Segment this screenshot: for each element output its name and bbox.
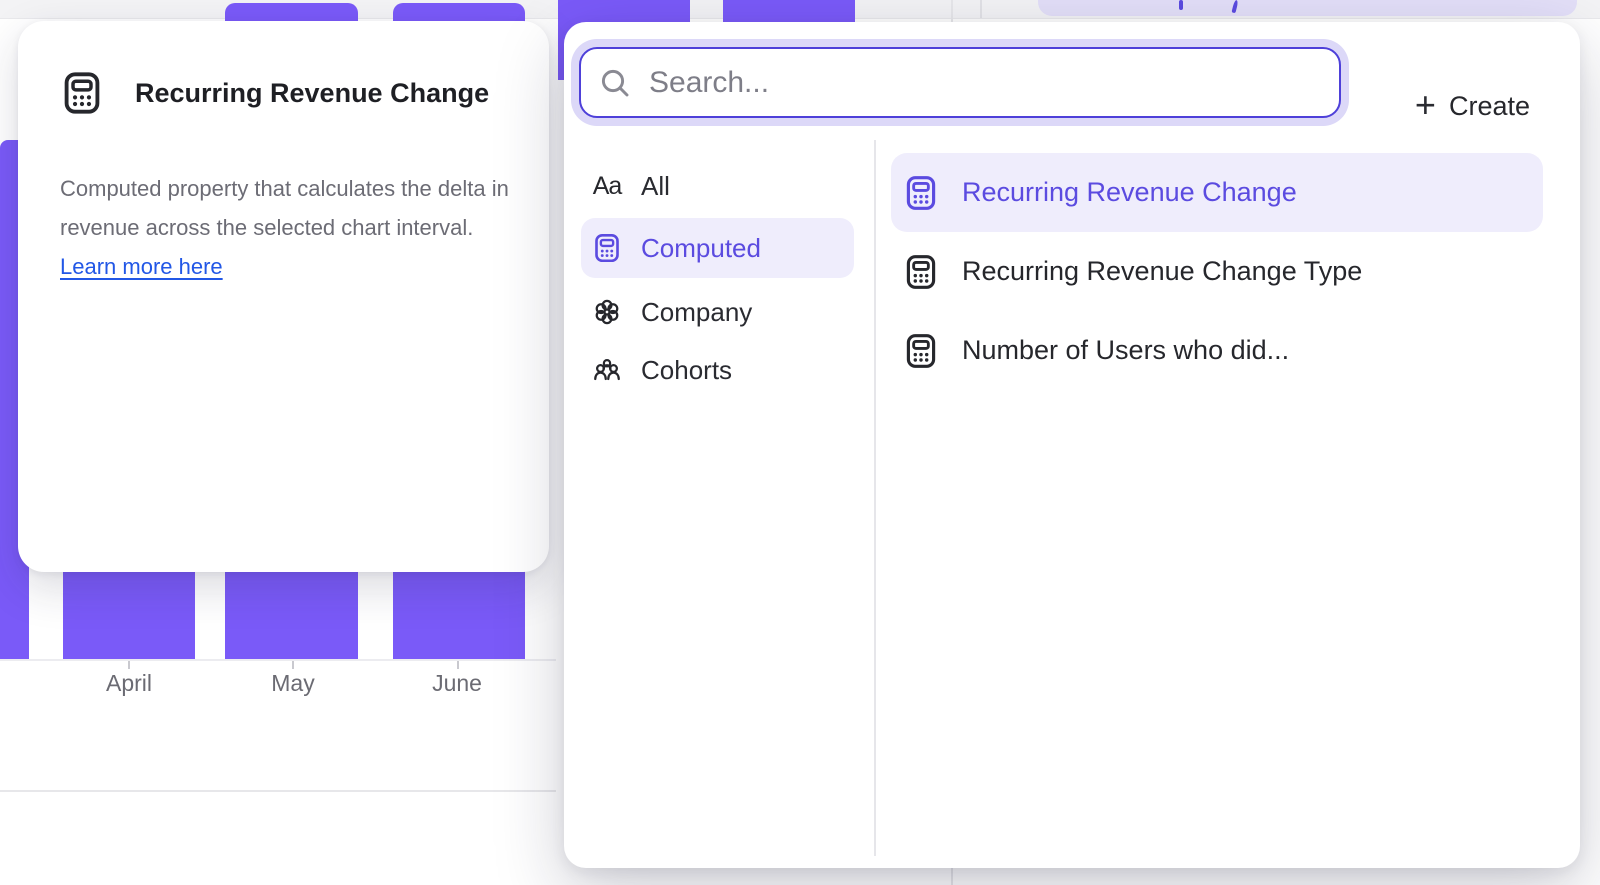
tooltip-title: Recurring Revenue Change	[135, 78, 489, 109]
search-icon	[599, 67, 631, 99]
category-label: Cohorts	[641, 355, 732, 386]
search-field[interactable]	[579, 47, 1341, 118]
result-label: Recurring Revenue Change Type	[962, 256, 1362, 287]
axis-tick	[457, 661, 459, 669]
calculator-icon	[903, 254, 939, 290]
create-button-label: Create	[1449, 91, 1530, 122]
people-icon	[592, 355, 622, 385]
axis-tick	[128, 661, 130, 669]
property-tooltip-card: Recurring Revenue Change Computed proper…	[18, 21, 549, 572]
result-item-recurring-revenue-change[interactable]: Recurring Revenue Change	[891, 153, 1543, 232]
tooltip-description: Computed property that calculates the de…	[60, 169, 510, 286]
result-label: Recurring Revenue Change	[962, 177, 1297, 208]
category-label: All	[641, 171, 670, 202]
tooltip-description-line: interval.	[396, 215, 473, 240]
clipped-text-fragment	[1231, 0, 1238, 13]
learn-more-link[interactable]: Learn more here	[60, 254, 223, 279]
tooltip-header: Recurring Revenue Change	[60, 71, 489, 115]
category-item-all[interactable]: Aa All	[581, 156, 854, 216]
result-label: Number of Users who did...	[962, 335, 1289, 366]
property-picker-modal: + Create Aa All Computed Company	[564, 22, 1580, 868]
plus-icon: +	[1415, 87, 1436, 123]
search-input[interactable]	[647, 65, 1321, 101]
panel-divider-vertical-short	[980, 0, 982, 18]
category-item-company[interactable]: Company	[581, 282, 854, 342]
calculator-icon	[60, 71, 104, 115]
axis-tick	[292, 661, 294, 669]
x-axis-line	[0, 659, 556, 661]
cluster-icon	[592, 297, 622, 327]
clipped-text-fragment	[1179, 0, 1183, 10]
card-bottom-edge	[0, 790, 556, 792]
result-item-recurring-revenue-change-type[interactable]: Recurring Revenue Change Type	[891, 232, 1543, 311]
x-axis-label-june: June	[432, 670, 482, 697]
text-aa-icon: Aa	[592, 171, 622, 201]
calculator-icon	[592, 233, 622, 263]
result-item-number-of-users[interactable]: Number of Users who did...	[891, 311, 1543, 390]
calculator-icon	[903, 333, 939, 369]
clipped-toolbar-pill[interactable]	[1038, 0, 1577, 16]
column-divider	[874, 140, 876, 856]
category-label: Company	[641, 297, 752, 328]
calculator-icon	[903, 175, 939, 211]
x-axis-label-april: April	[106, 670, 152, 697]
x-axis-label-may: May	[271, 670, 314, 697]
create-button[interactable]: + Create	[1415, 82, 1530, 130]
category-item-cohorts[interactable]: Cohorts	[581, 340, 854, 400]
tooltip-description-line: Computed property that calculates the	[60, 176, 432, 201]
screen: April May June Recurring Revenue Change …	[0, 0, 1600, 885]
category-label: Computed	[641, 233, 761, 264]
category-item-computed[interactable]: Computed	[581, 218, 854, 278]
